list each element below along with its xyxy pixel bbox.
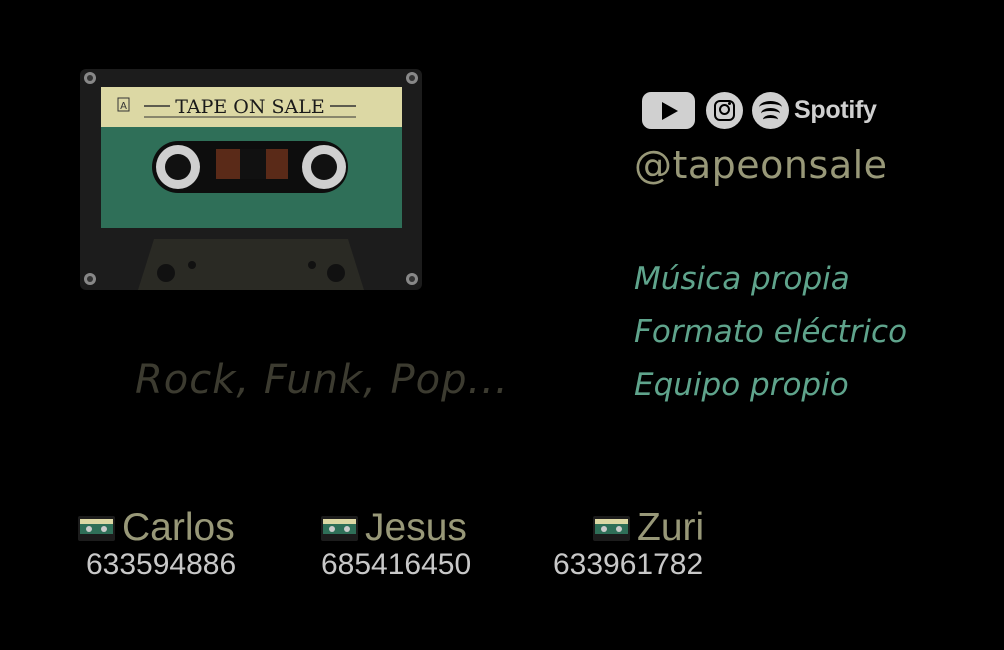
cassette-label-text: TAPE ON SALE xyxy=(175,96,325,118)
youtube-icon[interactable] xyxy=(642,91,695,129)
member-name: Carlos xyxy=(122,506,235,549)
member-phone[interactable]: 633961782 xyxy=(553,548,704,582)
cassette-side-label: A xyxy=(120,101,127,112)
member-carlos: Carlos 633594886 xyxy=(78,506,236,582)
feature-own-equipment: Equipo propio xyxy=(634,367,849,403)
cassette-logo: A TAPE ON SALE xyxy=(80,69,422,290)
member-name: Jesus xyxy=(365,506,467,549)
member-zuri: Zuri 633961782 xyxy=(553,506,704,582)
member-jesus: Jesus 685416450 xyxy=(321,506,471,582)
member-phone[interactable]: 685416450 xyxy=(321,548,471,582)
feature-own-music: Música propia xyxy=(634,261,850,297)
instagram-icon[interactable] xyxy=(706,91,743,129)
mini-cassette-icon xyxy=(593,515,630,541)
spotify-icon[interactable] xyxy=(752,91,789,129)
member-name: Zuri xyxy=(637,506,705,549)
social-links: Spotify xyxy=(642,90,877,130)
social-handle: @tapeonsale xyxy=(634,143,888,187)
feature-electric-format: Formato eléctrico xyxy=(634,314,908,350)
spotify-wordmark: Spotify xyxy=(794,95,877,124)
member-phone[interactable]: 633594886 xyxy=(86,548,236,582)
genres-text: Rock, Funk, Pop... xyxy=(135,357,509,403)
mini-cassette-icon xyxy=(321,515,358,541)
mini-cassette-icon xyxy=(78,515,115,541)
